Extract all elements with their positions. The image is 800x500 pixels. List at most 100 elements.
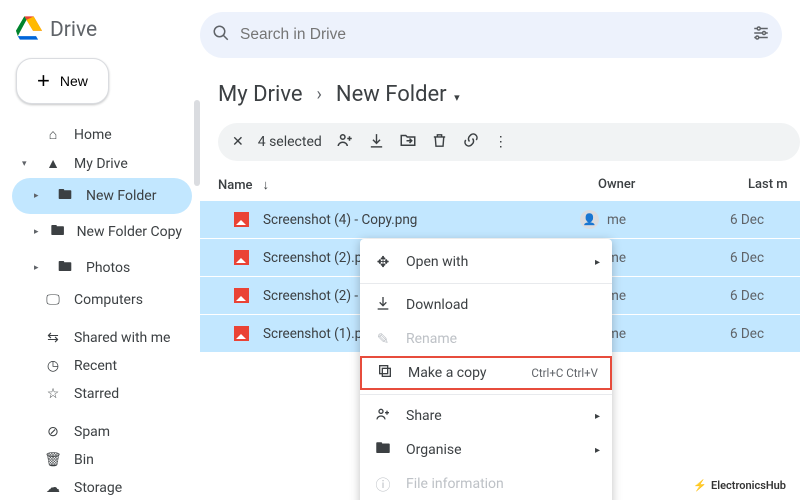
star-icon: ☆ — [44, 386, 62, 402]
new-button-label: New — [60, 73, 88, 89]
ctx-make-copy[interactable]: Make a copy Ctrl+C Ctrl+V — [360, 356, 612, 390]
search-icon — [212, 24, 240, 47]
file-date: 6 Dec — [730, 326, 800, 342]
close-icon[interactable]: ✕ — [232, 134, 244, 150]
sidebar-item-spam[interactable]: ⊘ Spam — [12, 418, 192, 446]
caret-down-icon[interactable]: ▾ — [454, 91, 460, 104]
divider — [360, 283, 612, 284]
folder-icon: 🖿 — [56, 184, 74, 208]
link-icon[interactable] — [462, 131, 480, 153]
breadcrumb: My Drive › New Folder ▾ — [200, 76, 800, 123]
folder-icon: 🖿 — [51, 220, 65, 244]
sidebar-item-newfolder[interactable]: ▸ 🖿 New Folder — [12, 178, 192, 214]
column-name[interactable]: Name — [218, 178, 253, 193]
download-icon — [374, 295, 392, 315]
sidebar-item-label: Recent — [74, 358, 117, 374]
chevron-right-icon: ▸ — [595, 445, 600, 456]
chevron-right-icon[interactable]: ▸ — [34, 191, 44, 201]
new-button[interactable]: + New — [16, 58, 109, 104]
sort-arrow-icon[interactable]: ↓ — [263, 177, 270, 193]
sidebar-nav: ⌂ Home ▾ ▲ My Drive ▸ 🖿 New Folder ▸ 🖿 N… — [12, 120, 192, 500]
app-name: Drive — [50, 18, 97, 42]
search-input[interactable] — [240, 26, 752, 44]
sidebar-item-label: Home — [74, 127, 112, 143]
main-panel: My Drive › New Folder ▾ ✕ 4 selected — [200, 0, 800, 500]
breadcrumb-current[interactable]: New Folder ▾ — [336, 82, 460, 107]
file-owner: me — [607, 212, 626, 228]
chevron-right-icon: ▸ — [595, 411, 600, 422]
drive-icon: ▲ — [44, 155, 62, 172]
sidebar-item-label: Photos — [86, 260, 130, 276]
bolt-icon: ⚡ — [693, 479, 707, 492]
ctx-organise[interactable]: 🖿 Organise ▸ — [360, 433, 612, 467]
plus-icon: + — [37, 74, 50, 88]
file-name: Screenshot (4) - Copy.png — [263, 212, 417, 228]
breadcrumb-root[interactable]: My Drive — [218, 82, 303, 107]
folder-icon: 🖿 — [374, 438, 392, 463]
image-file-icon — [234, 212, 249, 227]
image-file-icon — [234, 288, 249, 303]
chevron-right-icon: › — [317, 84, 322, 105]
sidebar-item-photos[interactable]: ▸ 🖿 Photos — [12, 250, 192, 286]
sidebar-item-recent[interactable]: ◷ Recent — [12, 352, 192, 380]
share-icon — [374, 406, 392, 426]
home-icon: ⌂ — [44, 126, 62, 143]
sidebar-item-newfoldercopy[interactable]: ▸ 🖿 New Folder Copy — [12, 214, 192, 250]
sidebar-item-starred[interactable]: ☆ Starred — [12, 380, 192, 408]
drive-logo-icon — [16, 16, 42, 44]
filters-icon[interactable] — [752, 24, 770, 46]
sidebar-item-label: New Folder — [86, 188, 156, 204]
image-file-icon — [234, 326, 249, 341]
trash-icon: 🗑 — [44, 452, 62, 468]
sidebar-item-label: Shared with me — [74, 330, 170, 346]
spam-icon: ⊘ — [44, 424, 62, 440]
image-file-icon — [234, 250, 249, 265]
download-icon[interactable] — [368, 132, 385, 153]
file-date: 6 Dec — [730, 212, 800, 228]
ctx-share[interactable]: Share ▸ — [360, 399, 612, 433]
sidebar-item-home[interactable]: ⌂ Home — [12, 120, 192, 149]
table-row[interactable]: Screenshot (4) - Copy.png 👤me 6 Dec — [200, 201, 800, 239]
sidebar-item-label: Spam — [74, 424, 110, 440]
selection-toolbar: ✕ 4 selected ⋮ — [218, 123, 800, 161]
sidebar-item-mydrive[interactable]: ▾ ▲ My Drive — [12, 149, 192, 178]
list-header: Name ↓ Owner Last m — [200, 169, 800, 201]
shared-icon: ⇆ — [44, 330, 62, 346]
file-date: 6 Dec — [730, 250, 800, 266]
context-menu: ✥ Open with ▸ Download ✎ Rename — [360, 239, 612, 500]
sidebar-item-label: Bin — [74, 452, 94, 468]
sidebar-item-label: Starred — [74, 386, 119, 402]
sidebar-item-bin[interactable]: 🗑 Bin — [12, 446, 192, 474]
pencil-icon: ✎ — [374, 330, 392, 348]
scrollbar[interactable] — [194, 100, 200, 186]
chevron-right-icon[interactable]: ▸ — [34, 263, 44, 273]
chevron-down-icon[interactable]: ▾ — [22, 159, 32, 169]
ctx-download[interactable]: Download — [360, 288, 612, 322]
delete-icon[interactable] — [431, 132, 448, 153]
computers-icon: 🖵 — [44, 292, 62, 308]
selection-count: 4 selected — [258, 134, 322, 150]
info-icon: ⓘ — [374, 474, 392, 495]
chevron-right-icon[interactable]: ▸ — [34, 227, 39, 237]
more-icon[interactable]: ⋮ — [494, 134, 508, 150]
chevron-right-icon: ▸ — [595, 257, 600, 268]
file-date: 6 Dec — [730, 288, 800, 304]
sidebar-item-label: Computers — [74, 292, 143, 308]
ctx-open-with[interactable]: ✥ Open with ▸ — [360, 245, 612, 279]
sidebar-item-storage[interactable]: ☁ Storage — [12, 474, 192, 500]
column-last[interactable]: Last m — [748, 177, 800, 193]
share-person-icon[interactable] — [336, 131, 354, 153]
logo-row: Drive — [12, 12, 192, 58]
cloud-icon: ☁ — [44, 480, 62, 496]
move-icon[interactable] — [399, 131, 417, 153]
column-owner[interactable]: Owner — [598, 177, 748, 193]
folder-icon: 🖿 — [56, 256, 74, 280]
copy-icon — [376, 363, 394, 383]
sidebar-item-shared[interactable]: ⇆ Shared with me — [12, 324, 192, 352]
watermark: ⚡ ElectronicsHub — [693, 479, 786, 492]
ctx-file-info: ⓘ File information — [360, 467, 612, 500]
search-bar[interactable] — [200, 12, 782, 58]
clock-icon: ◷ — [44, 358, 62, 374]
sidebar-item-computers[interactable]: 🖵 Computers — [12, 286, 192, 314]
sidebar-item-label: Storage — [74, 480, 122, 496]
